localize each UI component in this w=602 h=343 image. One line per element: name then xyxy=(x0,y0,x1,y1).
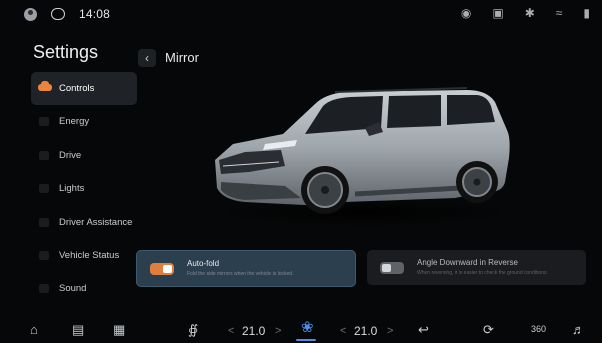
sidebar-item-energy[interactable]: Energy xyxy=(31,105,135,138)
left-temp-up-arrow[interactable]: > xyxy=(275,322,281,340)
sidebar-item-label: Driver Assistance xyxy=(59,216,133,228)
auto-fold-toggle[interactable] xyxy=(150,263,174,275)
auto-fold-title: Auto-fold xyxy=(187,259,220,268)
avatar-icon[interactable] xyxy=(24,7,37,21)
assist-icon xyxy=(39,217,49,227)
car-icon xyxy=(38,81,52,93)
auto-fold-card[interactable]: Auto-fold Fold the side mirrors when the… xyxy=(136,250,356,287)
settings-sidebar: Controls Energy Drive Lights Driver Assi… xyxy=(31,72,137,306)
signal-icon: ▮ xyxy=(583,6,590,20)
angle-downward-title: Angle Downward in Reverse xyxy=(417,258,518,267)
seat-heat-icon[interactable]: ↩ xyxy=(418,321,429,339)
right-temp-value: 21.0 xyxy=(354,324,378,338)
sidebar-item-vehicle-status[interactable]: Vehicle Status xyxy=(31,239,135,272)
fan-active-indicator xyxy=(296,339,316,341)
sidebar-item-drive[interactable]: Drive xyxy=(31,139,135,172)
chat-icon[interactable] xyxy=(51,8,65,20)
settings-title: Settings xyxy=(33,42,99,62)
rear-defrost-icon[interactable]: ∯ xyxy=(188,321,198,339)
sidebar-item-label: Vehicle Status xyxy=(59,249,120,261)
left-temp-value: 21.0 xyxy=(242,324,266,338)
chevron-left-icon: ‹ xyxy=(145,51,149,65)
volume-icon[interactable]: ♬ xyxy=(572,321,585,339)
sound-icon xyxy=(39,284,49,294)
angle-downward-description: When reversing, it is easier to check th… xyxy=(417,270,548,276)
energy-icon xyxy=(39,117,49,127)
sidebar-item-label: Controls xyxy=(59,83,95,94)
wifi-icon: ≈ xyxy=(555,6,563,20)
sidebar-item-driver-assistance[interactable]: Driver Assistance xyxy=(31,206,135,239)
camera-360-icon[interactable]: 360 xyxy=(531,320,546,338)
page-title: Mirror xyxy=(165,50,199,65)
left-temp-down-arrow[interactable]: < xyxy=(228,322,234,340)
sidebar-item-label: Lights xyxy=(59,183,85,195)
recirculation-icon[interactable]: ⟳ xyxy=(483,321,494,339)
screen-off-icon: ▣ xyxy=(492,6,504,20)
status-icon xyxy=(39,250,49,260)
apps-grid-icon[interactable]: ▦ xyxy=(113,321,125,339)
clock: 14:08 xyxy=(79,7,111,21)
home-icon[interactable]: ⌂ xyxy=(30,321,38,339)
bluetooth-icon: ✱ xyxy=(524,6,535,20)
right-temp-down-arrow[interactable]: < xyxy=(340,322,346,340)
auto-fold-description: Fold the side mirrors when the vehicle i… xyxy=(187,271,294,277)
camera-off-icon: ◉ xyxy=(460,6,472,20)
sidebar-item-label: Drive xyxy=(59,149,82,161)
sidebar-item-label: Sound xyxy=(59,283,87,295)
steering-icon xyxy=(39,150,49,160)
fan-icon[interactable]: ❀ xyxy=(301,319,314,337)
angle-downward-toggle[interactable] xyxy=(380,262,404,274)
sidebar-item-sound[interactable]: Sound xyxy=(31,272,135,305)
back-button[interactable]: ‹ xyxy=(138,49,156,67)
sidebar-item-lights[interactable]: Lights xyxy=(31,172,135,205)
right-temp-up-arrow[interactable]: > xyxy=(387,322,393,340)
vehicle-image xyxy=(205,78,515,228)
sidebar-item-label: Energy xyxy=(59,116,90,128)
car-icon[interactable]: ▤ xyxy=(72,321,84,339)
angle-downward-card[interactable]: Angle Downward in Reverse When reversing… xyxy=(367,250,586,285)
status-bar: 14:08 ◉ ▣ ✱ ≈ ▮ xyxy=(0,0,602,28)
light-icon xyxy=(39,184,49,194)
car-settings-screen: 14:08 ◉ ▣ ✱ ≈ ▮ Settings Controls Energy… xyxy=(0,0,602,343)
sidebar-item-controls[interactable]: Controls xyxy=(31,72,137,105)
